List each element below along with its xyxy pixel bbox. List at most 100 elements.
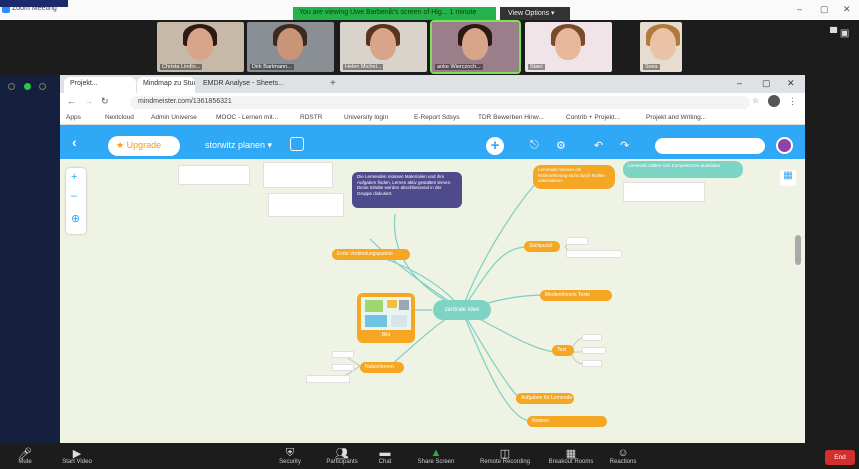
image-thumbnail [361, 297, 411, 330]
shield-icon: ⛨ [285, 447, 295, 459]
note-block[interactable] [582, 347, 606, 354]
participant-tile-active[interactable]: anke Wierczoch... [430, 20, 521, 74]
reactions-label: Reactions [609, 459, 637, 465]
topic-node[interactable]: Nutzerlernen [360, 362, 404, 373]
close-icon[interactable]: ✕ [843, 4, 851, 15]
layout-icon[interactable]: ▦ [780, 170, 796, 186]
participants-label: Participants [326, 459, 358, 465]
back-icon[interactable]: ← [67, 96, 76, 106]
undo-icon[interactable]: ↶ [594, 139, 603, 152]
desktop-background [0, 75, 60, 443]
breakout-rooms-label: Breakout Rooms [548, 459, 594, 465]
start-video-button[interactable]: ▶ Start Video [52, 447, 102, 465]
share-screen-button[interactable]: ▲ Share Screen [411, 447, 461, 465]
note-block[interactable] [332, 364, 354, 371]
bookmark-item[interactable]: Apps [66, 114, 81, 121]
teal-note-node[interactable]: Lernende sollten sich Kompetenzen ausbil… [623, 161, 743, 178]
note-block[interactable] [178, 165, 250, 185]
right-background [805, 75, 859, 443]
maximize-icon[interactable]: ▢ [820, 4, 829, 15]
redo-icon[interactable]: ↷ [620, 139, 629, 152]
star-icon: ★ [116, 140, 127, 150]
recording-indicators [8, 82, 47, 92]
participant-gallery [0, 20, 859, 75]
browser-tab[interactable]: Projekt... [64, 77, 136, 93]
participant-tile[interactable]: Christa Lindlo... [157, 22, 244, 72]
note-block[interactable] [582, 360, 602, 367]
zoom-out-icon[interactable]: – [71, 190, 77, 202]
search-input[interactable] [655, 138, 765, 154]
remote-recording-button[interactable]: ◫ Remote Recording [470, 447, 540, 465]
add-circle-icon[interactable]: + [486, 137, 504, 155]
browser-tab[interactable]: EMDR Analyse - Sheets... [197, 77, 325, 93]
breakout-icon: ▦ [565, 448, 577, 460]
view-options-button[interactable]: View Options ▾ [500, 7, 570, 20]
topic-node[interactable]: Erste Verbindungspunkte [332, 249, 410, 260]
participant-name: Christa Lindlo... [160, 64, 203, 70]
central-topic-node[interactable]: zentrale Idee [433, 300, 491, 320]
browser-tab-active[interactable]: Mindmap zu Stud... [137, 77, 195, 93]
browser-maximize-icon[interactable]: ▢ [762, 78, 771, 89]
upgrade-button[interactable]: ★ Upgrade [108, 136, 180, 156]
remote-recording-label: Remote Recording [479, 459, 531, 465]
vertical-scrollbar[interactable] [795, 235, 801, 265]
note-block[interactable] [268, 193, 344, 217]
topic-node[interactable]: Lernende müssen die Wahrnehmung nicht du… [533, 165, 615, 189]
topic-node[interactable]: Notizen [527, 416, 607, 427]
participant-tile[interactable]: Helen Michel... [340, 22, 427, 72]
reload-icon[interactable]: ↻ [101, 96, 109, 107]
center-map-icon[interactable]: ⊕ [71, 212, 80, 225]
participant-tile[interactable]: Stani [525, 22, 612, 72]
profile-avatar[interactable] [768, 95, 780, 107]
note-block[interactable] [332, 351, 354, 358]
browser-menu-icon[interactable]: ⋮ [788, 96, 797, 107]
image-node[interactable]: Bild [357, 293, 415, 343]
gallery-view-icon[interactable]: ▀ ▣ [830, 28, 849, 39]
bookmark-item[interactable]: Contrib + Projekt... [566, 114, 620, 121]
bookmark-item[interactable]: Admin Universe [151, 114, 197, 121]
chat-label: Chat [378, 459, 392, 465]
bookmark-item[interactable]: RDSTR [300, 114, 322, 121]
note-block[interactable] [566, 237, 588, 245]
reactions-button[interactable]: ☺ Reactions [598, 447, 648, 465]
info-icon[interactable] [290, 137, 304, 151]
topic-node[interactable]: Stichpunkt [524, 241, 560, 252]
security-button[interactable]: ⛨ Security [265, 447, 315, 465]
topic-node[interactable]: Aufgaben für Lernende [516, 393, 574, 404]
note-block[interactable] [582, 334, 602, 341]
note-block[interactable] [263, 162, 333, 188]
bookmark-item[interactable]: E-Report Sdsys [414, 114, 460, 121]
topic-node[interactable]: Medientheorie Texte [540, 290, 612, 301]
bookmark-item[interactable]: TDR Bewerben Hinw... [478, 114, 544, 121]
bookmark-item[interactable]: MOOC - Lernen mit... [216, 114, 278, 121]
end-meeting-button[interactable]: End [825, 450, 855, 465]
browser-close-icon[interactable]: ✕ [787, 78, 795, 89]
mute-button[interactable]: 🎤︎ Mute [0, 447, 50, 465]
note-block[interactable] [306, 375, 350, 383]
map-title-dropdown[interactable]: storwitz planen ▾ [205, 140, 272, 151]
breakout-rooms-button[interactable]: ▦ Breakout Rooms [543, 447, 599, 465]
bookmark-item[interactable]: University login [344, 114, 388, 121]
bookmark-item[interactable]: Nextcloud [105, 114, 134, 121]
note-block[interactable] [623, 182, 705, 202]
bookmark-star-icon[interactable]: ☆ [752, 96, 759, 105]
browser-minimize-icon[interactable]: – [737, 78, 742, 88]
participant-tile[interactable]: Svea [640, 22, 682, 72]
note-block[interactable] [566, 250, 622, 258]
url-input[interactable]: mindmeister.com/1361856321 [130, 96, 750, 109]
chat-button[interactable]: ▬ Chat [360, 447, 410, 465]
share-screen-label: Share Screen [417, 459, 455, 465]
back-arrow-icon[interactable]: ‹ [72, 134, 77, 150]
participant-name: anke Wierczoch... [435, 64, 483, 70]
user-avatar[interactable] [776, 137, 793, 154]
zoom-in-icon[interactable]: + [71, 171, 77, 183]
participant-tile[interactable]: Dirk Bartmann... [247, 22, 334, 72]
forward-icon[interactable]: → [84, 96, 93, 106]
new-tab-icon[interactable]: + [330, 78, 336, 89]
purple-note-node[interactable]: Die Lernenden müssen Materialien und ihr… [352, 172, 462, 208]
topic-node[interactable]: Text [552, 345, 574, 356]
bookmark-item[interactable]: Projekt and Writing... [646, 114, 706, 121]
minimize-icon[interactable]: – [797, 4, 802, 14]
settings-icon[interactable]: ⚙ [556, 139, 566, 152]
share-icon[interactable]: ⎋ [530, 139, 539, 152]
